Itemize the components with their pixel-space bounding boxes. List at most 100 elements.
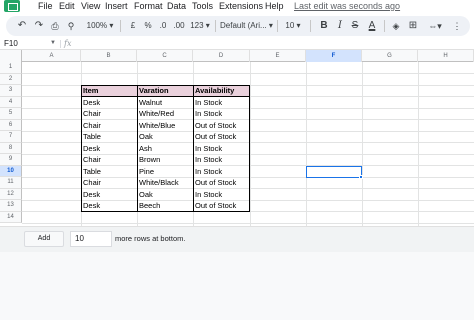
table-cell[interactable]: Out of Stock [193, 120, 250, 132]
name-box[interactable]: F10 [4, 38, 56, 49]
row-header-11[interactable]: 11 [0, 177, 22, 189]
table-cell[interactable]: Table [81, 131, 137, 143]
row-header-10[interactable]: 10 [0, 165, 22, 177]
spreadsheet-app: File Edit View Insert Format Data Tools … [0, 0, 474, 320]
column-header-d[interactable]: D [193, 50, 250, 62]
table-cell[interactable]: White/Red [137, 108, 193, 120]
table-cell[interactable]: Table [81, 166, 137, 178]
table-cell[interactable]: Oak [137, 131, 193, 143]
undo-icon[interactable]: ↶ [16, 16, 28, 36]
column-header-a[interactable]: A [23, 50, 81, 62]
table-cell[interactable]: In Stock [193, 166, 250, 178]
table-cell[interactable]: Out of Stock [193, 177, 250, 189]
rows-count-input[interactable]: 10 [70, 231, 112, 247]
font-select[interactable]: Default (Ari... ▾ [220, 16, 273, 36]
font-size-select[interactable]: 10 ▾ [281, 16, 305, 36]
borders-icon[interactable]: ⊞ [407, 16, 419, 36]
row-header-1[interactable]: 1 [0, 62, 22, 74]
toolbar-divider [384, 20, 385, 32]
currency-button[interactable]: £ [128, 16, 138, 36]
sheets-logo-icon[interactable] [4, 0, 20, 12]
row-header-3[interactable]: 3 [0, 85, 22, 97]
table-header-item[interactable]: Item [81, 85, 137, 97]
menu-tools[interactable]: Tools [192, 1, 213, 12]
table-cell[interactable]: Ash [137, 143, 193, 155]
row-header-7[interactable]: 7 [0, 131, 22, 143]
strikethrough-button[interactable]: S [349, 16, 361, 36]
column-header-f[interactable]: F [306, 50, 362, 62]
column-header-e[interactable]: E [250, 50, 306, 62]
table-cell[interactable]: Chair [81, 154, 137, 166]
decrease-decimal-button[interactable]: .0 [157, 16, 169, 36]
menu-insert[interactable]: Insert [105, 1, 128, 12]
table-cell[interactable]: Beech [137, 200, 193, 212]
table-cell[interactable]: Desk [81, 143, 137, 155]
table-cell[interactable]: White/Black [137, 177, 193, 189]
more-formats-label: 123 [190, 21, 204, 30]
column-header-b[interactable]: B [81, 50, 137, 62]
chevron-down-icon[interactable]: ▼ [50, 38, 56, 49]
row-header-13[interactable]: 13 [0, 200, 22, 212]
row-header-9[interactable]: 9 [0, 154, 22, 166]
row-header-8[interactable]: 8 [0, 142, 22, 154]
table-cell[interactable]: White/Blue [137, 120, 193, 132]
merge-cells-icon[interactable]: ⇔▾ [426, 16, 444, 36]
table-cell[interactable]: In Stock [193, 108, 250, 120]
sheet-grid[interactable]: A B C D E F G H 1 2 3 4 5 6 7 8 9 10 11 … [0, 50, 474, 230]
menu-data[interactable]: Data [167, 1, 186, 12]
table-cell[interactable]: Desk [81, 97, 137, 109]
paint-format-icon[interactable]: ⚲ [65, 16, 77, 36]
increase-decimal-button[interactable]: .00 [171, 16, 187, 36]
menu-edit[interactable]: Edit [59, 1, 75, 12]
add-rows-button[interactable]: Add [24, 231, 64, 247]
zoom-select[interactable]: 100% ▾ [86, 16, 114, 36]
column-header-g[interactable]: G [362, 50, 418, 62]
formula-input[interactable] [80, 38, 460, 49]
table-cell[interactable]: Chair [81, 177, 137, 189]
more-options-icon[interactable]: ⋮ [450, 16, 464, 36]
last-edit-link[interactable]: Last edit was seconds ago [294, 1, 400, 12]
fill-color-icon[interactable]: ◈ [390, 16, 402, 36]
text-color-button[interactable]: A [366, 16, 378, 36]
table-cell[interactable]: Walnut [137, 97, 193, 109]
row-header-2[interactable]: 2 [0, 73, 22, 85]
table-header-availability[interactable]: Availability [193, 85, 250, 97]
table-column-divider [193, 85, 194, 212]
table-cell[interactable]: Desk [81, 200, 137, 212]
menu-help[interactable]: Help [265, 1, 284, 12]
table-cell[interactable]: Desk [81, 189, 137, 201]
select-all-corner[interactable] [0, 50, 22, 62]
bold-button[interactable]: B [318, 16, 330, 36]
table-cell[interactable]: Chair [81, 108, 137, 120]
row-header-12[interactable]: 12 [0, 188, 22, 200]
menu-file[interactable]: File [38, 1, 53, 12]
table-cell[interactable]: Pine [137, 166, 193, 178]
print-icon[interactable]: ⎙ [49, 16, 61, 36]
table-cell[interactable]: In Stock [193, 154, 250, 166]
row-header-4[interactable]: 4 [0, 96, 22, 108]
menu-view[interactable]: View [81, 1, 100, 12]
column-header-h[interactable]: H [418, 50, 474, 62]
menu-format[interactable]: Format [134, 1, 163, 12]
row-header-6[interactable]: 6 [0, 119, 22, 131]
table-cell[interactable]: Out of Stock [193, 131, 250, 143]
table-cell[interactable]: Oak [137, 189, 193, 201]
column-header-c[interactable]: C [137, 50, 193, 62]
row-header-14[interactable]: 14 [0, 211, 22, 223]
table-cell[interactable]: Out of Stock [193, 200, 250, 212]
menu-extensions[interactable]: Extensions [219, 1, 263, 12]
table-cell[interactable]: Brown [137, 154, 193, 166]
table-cell[interactable]: In Stock [193, 143, 250, 155]
table-cell[interactable]: Chair [81, 120, 137, 132]
table-cell[interactable]: In Stock [193, 97, 250, 109]
percent-button[interactable]: % [143, 16, 153, 36]
row-header-5[interactable]: 5 [0, 108, 22, 120]
selected-cell[interactable] [306, 165, 362, 178]
italic-button[interactable]: I [334, 16, 346, 36]
table-header-variation[interactable]: Varation [137, 85, 193, 97]
redo-icon[interactable]: ↷ [33, 16, 45, 36]
add-rows-bar: Add 10 more rows at bottom. [0, 226, 474, 252]
more-formats-select[interactable]: 123 ▾ [188, 16, 212, 36]
table-cell[interactable]: In Stock [193, 189, 250, 201]
fill-handle[interactable] [359, 175, 363, 179]
